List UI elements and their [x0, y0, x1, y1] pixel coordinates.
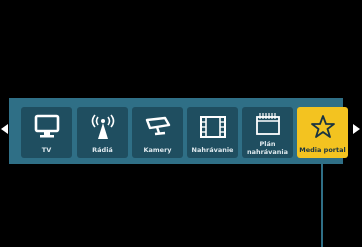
calendar-icon [242, 109, 293, 139]
scroll-left-arrow-icon[interactable] [1, 124, 8, 134]
scroll-right-arrow-icon[interactable] [353, 124, 360, 134]
menu-item-label: TV [41, 146, 52, 154]
menu-item-label-line1: Plán [259, 140, 276, 148]
menu-item-kamery[interactable]: Kamery [132, 107, 183, 158]
star-icon [297, 112, 348, 142]
selection-pointer-line [321, 158, 323, 247]
menu-item-label: Kamery [143, 146, 172, 154]
menu-item-label: Rádiá [92, 146, 113, 154]
menu-item-nahravanie[interactable]: Nahrávanie [187, 107, 238, 158]
menu-item-radia[interactable]: Rádiá [77, 107, 128, 158]
menu-item-label-line2: nahrávania [246, 148, 289, 156]
menu-item-media-portal[interactable]: Media portal [297, 107, 348, 158]
menu-item-plan-nahravania[interactable]: Plán nahrávania [242, 107, 293, 158]
tv-icon [21, 112, 72, 142]
camera-icon [132, 112, 183, 142]
menu-item-label: Nahrávanie [191, 146, 234, 154]
film-icon [187, 112, 238, 142]
radio-antenna-icon [77, 112, 128, 142]
menu-item-tv[interactable]: TV [21, 107, 72, 158]
menu-item-label: Media portal [299, 146, 346, 154]
